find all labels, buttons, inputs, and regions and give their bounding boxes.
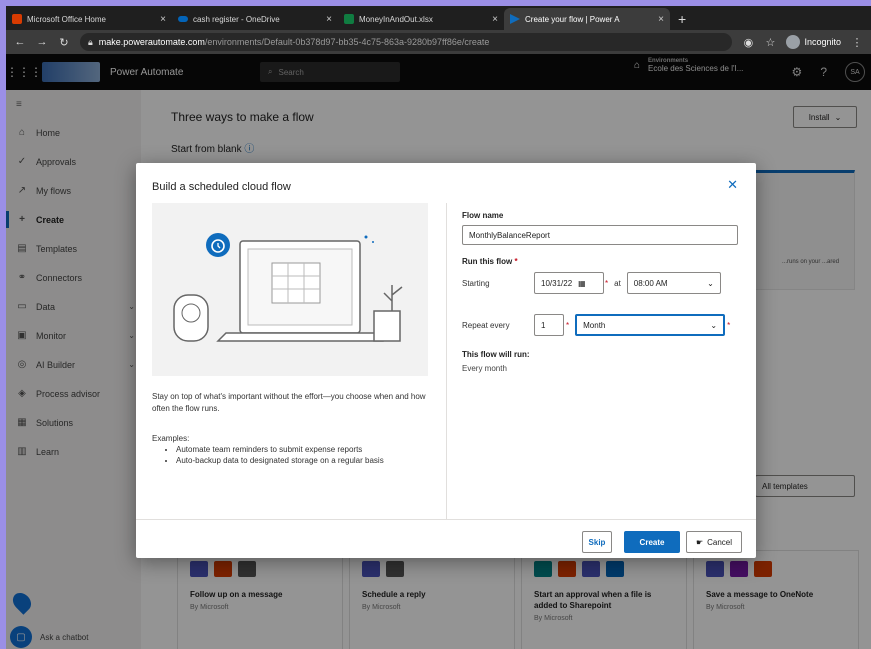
- create-button[interactable]: Create: [624, 531, 680, 553]
- dialog-divider: [446, 203, 447, 519]
- dialog-title: Build a scheduled cloud flow: [152, 181, 291, 193]
- at-label: at: [614, 278, 621, 288]
- example-item: Automate team reminders to submit expens…: [176, 444, 432, 455]
- flow-name-input[interactable]: MonthlyBalanceReport: [462, 225, 738, 245]
- flow-name-label: Flow name: [462, 211, 504, 220]
- menu-icon[interactable]: ⋮: [851, 36, 863, 49]
- new-tab-button[interactable]: +: [670, 8, 694, 30]
- illustration: [152, 203, 428, 376]
- browser-tab-excel[interactable]: MoneyInAndOut.xlsx ×: [338, 8, 504, 30]
- calendar-icon: ▦: [578, 278, 586, 288]
- scheduled-flow-dialog: Build a scheduled cloud flow ✕ Stay on t…: [136, 163, 756, 558]
- tab-bar: Microsoft Office Home × cash register - …: [6, 6, 871, 30]
- close-tab-icon[interactable]: ×: [492, 14, 498, 25]
- close-icon[interactable]: ✕: [727, 177, 738, 193]
- laptop-clock-illustration: [173, 233, 403, 342]
- chevron-down-icon: ⌄: [710, 320, 718, 330]
- starting-label: Starting: [462, 278, 490, 288]
- browser-window: Microsoft Office Home × cash register - …: [6, 6, 871, 649]
- run-this-flow-text: Run this flow: [462, 257, 513, 266]
- url-field[interactable]: 🔒︎ make.powerautomate.com/environments/D…: [80, 33, 733, 51]
- incognito-label: Incognito: [804, 37, 841, 47]
- example-item: Auto-backup data to designated storage o…: [176, 455, 432, 466]
- examples-label: Examples:: [152, 434, 190, 443]
- repeat-count-input[interactable]: 1: [534, 314, 564, 336]
- repeat-row: Repeat every 1 * Month ⌄ *: [462, 314, 742, 336]
- start-date-value: 10/31/22: [541, 278, 573, 288]
- start-time-select[interactable]: 08:00 AM ⌄: [626, 272, 721, 294]
- chevron-down-icon: ⌄: [707, 278, 714, 288]
- incognito-icon: [786, 35, 801, 49]
- cancel-label: Cancel: [707, 537, 733, 547]
- repeat-unit-select[interactable]: Month ⌄: [575, 314, 726, 336]
- tab-label: MoneyInAndOut.xlsx: [359, 14, 433, 24]
- start-date-input[interactable]: 10/31/22 ▦: [534, 272, 604, 294]
- power-automate-icon: [510, 14, 520, 24]
- tab-label: Create your flow | Power A: [525, 14, 620, 24]
- starting-row: Starting 10/31/22 ▦ * at 08:00 AM ⌄: [462, 272, 742, 294]
- browser-tab-power-automate[interactable]: Create your flow | Power A ×: [504, 8, 670, 30]
- required-marker: *: [566, 320, 570, 330]
- examples-section: Examples: Automate team reminders to sub…: [152, 433, 432, 466]
- forward-icon[interactable]: →: [36, 36, 48, 48]
- star-icon[interactable]: ☆: [764, 36, 776, 49]
- incognito-indicator[interactable]: Incognito: [786, 35, 841, 49]
- required-marker: *: [605, 278, 609, 288]
- close-tab-icon[interactable]: ×: [160, 14, 166, 25]
- close-tab-icon[interactable]: ×: [326, 14, 332, 25]
- cursor-hand-icon: ☛: [695, 537, 704, 547]
- repeat-every-label: Repeat every: [462, 320, 510, 330]
- start-time-value: 08:00 AM: [633, 278, 668, 288]
- footer-divider: [136, 519, 756, 520]
- required-marker: *: [514, 257, 518, 266]
- office-icon: [12, 14, 22, 24]
- address-bar-row: ← → ↻ 🔒︎ make.powerautomate.com/environm…: [6, 30, 871, 54]
- lock-icon: 🔒︎: [88, 36, 93, 47]
- tab-label: Microsoft Office Home: [27, 14, 106, 24]
- excel-icon: [344, 14, 354, 24]
- required-marker: *: [727, 320, 731, 330]
- reload-icon[interactable]: ↻: [58, 36, 70, 49]
- dialog-description: Stay on top of what's important without …: [152, 392, 426, 413]
- will-run-value: Every month: [462, 364, 507, 373]
- flow-form: Flow name MonthlyBalanceReport Run this …: [462, 211, 742, 373]
- browser-tab-office[interactable]: Microsoft Office Home ×: [6, 8, 172, 30]
- url-host: make.powerautomate.com: [98, 37, 205, 47]
- will-run-label: This flow will run:: [462, 350, 530, 359]
- browser-tab-onedrive[interactable]: cash register - OneDrive ×: [172, 8, 338, 30]
- run-this-flow-label: Run this flow *: [462, 257, 742, 266]
- onedrive-icon: [178, 16, 188, 22]
- tab-label: cash register - OneDrive: [193, 14, 280, 24]
- back-icon[interactable]: ←: [14, 36, 26, 48]
- cancel-button[interactable]: ☛ Cancel: [686, 531, 742, 553]
- repeat-unit-value: Month: [583, 320, 606, 330]
- close-tab-icon[interactable]: ×: [658, 14, 664, 25]
- url-path: /environments/Default-0b378d97-bb35-4c75…: [204, 37, 490, 47]
- incognito-eye-icon[interactable]: ◉: [742, 36, 754, 49]
- skip-button[interactable]: Skip: [582, 531, 612, 553]
